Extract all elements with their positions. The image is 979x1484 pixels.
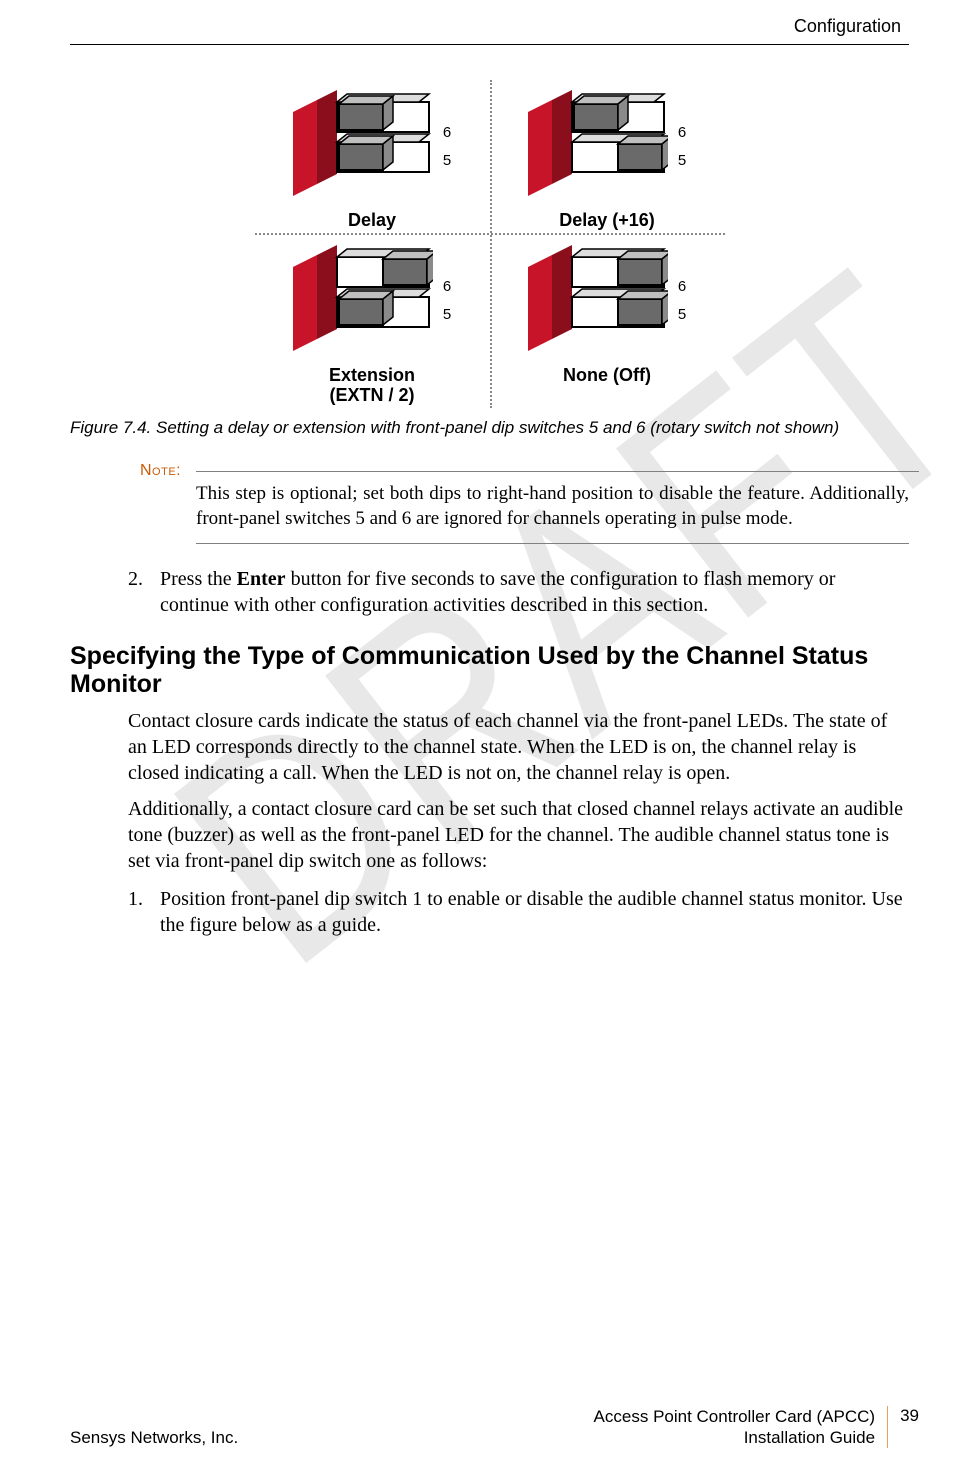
figure-cell-delay: 6 5 Delay: [255, 80, 490, 233]
step-2: 2. Press the Enter button for five secon…: [128, 566, 909, 618]
dip-switch-delay16-icon: [528, 86, 668, 206]
paragraph-2: Additionally, a contact closure card can…: [128, 796, 909, 874]
section-heading: Specifying the Type of Communication Use…: [70, 642, 909, 698]
step-2-bold: Enter: [237, 568, 286, 590]
switch-label-6: 6: [443, 124, 451, 141]
figure-cell-extn: 6 5 Extension (EXTN / 2): [255, 235, 490, 408]
footer-left: Sensys Networks, Inc.: [70, 1428, 238, 1448]
step-1b: 1. Position front-panel dip switch 1 to …: [128, 886, 909, 938]
step-1b-text: Position front-panel dip switch 1 to ena…: [160, 886, 909, 938]
switch-label-5: 5: [443, 306, 451, 323]
note-label: Note:: [140, 462, 193, 480]
step-1b-number: 1.: [128, 886, 160, 938]
step-2-number: 2.: [128, 566, 160, 618]
note-rule-top: [196, 471, 919, 472]
figure-cell-none: 6 5 None (Off): [490, 235, 725, 408]
footer: Sensys Networks, Inc. Access Point Contr…: [70, 1406, 919, 1449]
footer-doc-subtitle: Installation Guide: [594, 1427, 876, 1448]
figure-caption: Figure 7.4. Setting a delay or extension…: [70, 418, 909, 438]
step-2-text: Press the Enter button for five seconds …: [160, 566, 909, 618]
footer-divider: [887, 1406, 888, 1449]
dip-switch-none-icon: [528, 241, 668, 361]
switch-label-6: 6: [678, 124, 686, 141]
switch-label-5: 5: [443, 152, 451, 169]
dip-switch-delay-icon: [293, 86, 433, 206]
note-block: Note: This step is optional; set both di…: [140, 462, 909, 544]
footer-doc-title: Access Point Controller Card (APCC): [594, 1406, 876, 1427]
figure-vertical-divider: [490, 80, 492, 408]
figure-label-delay16: Delay (+16): [559, 210, 655, 231]
note-body: This step is optional; set both dips to …: [196, 482, 909, 531]
figure-7-4: 6 5 Delay: [70, 80, 909, 408]
header-section: Configuration: [794, 16, 901, 37]
figure-cell-delay16: 6 5 Delay (+16): [490, 80, 725, 233]
figure-label-none: None (Off): [563, 365, 651, 386]
dip-switch-extn-icon: [293, 241, 433, 361]
paragraph-1: Contact closure cards indicate the statu…: [128, 708, 909, 786]
switch-label-5: 5: [678, 306, 686, 323]
figure-label-delay: Delay: [348, 210, 396, 231]
footer-page-number: 39: [900, 1406, 919, 1426]
note-rule-bottom: [196, 543, 909, 544]
header-rule: [70, 44, 909, 45]
step-2-pre: Press the: [160, 568, 237, 590]
figure-label-extn: Extension (EXTN / 2): [329, 365, 415, 406]
switch-label-5: 5: [678, 152, 686, 169]
switch-label-6: 6: [678, 278, 686, 295]
switch-label-6: 6: [443, 278, 451, 295]
